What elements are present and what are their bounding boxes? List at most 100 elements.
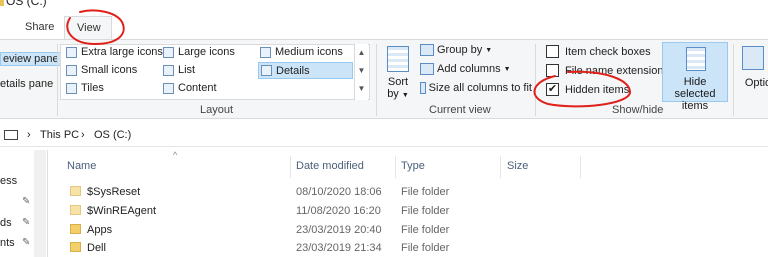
folder-icon bbox=[70, 205, 81, 215]
file-name: $SysReset bbox=[87, 186, 141, 198]
pin-icon[interactable]: ✎ bbox=[22, 237, 30, 248]
column-divider[interactable] bbox=[395, 156, 396, 178]
hidden-items-toggle[interactable]: ✔ Hidden items bbox=[546, 83, 629, 96]
options-icon bbox=[742, 46, 764, 70]
nav-item-downloads[interactable]: ds bbox=[0, 217, 12, 229]
file-name-extensions-toggle[interactable]: File name extensions bbox=[546, 64, 669, 77]
table-row[interactable]: $WinREAgent 11/08/2020 16:20 File folder bbox=[50, 202, 768, 221]
group-label-current-view: Current view bbox=[429, 104, 491, 116]
table-row[interactable]: Dell 23/03/2019 21:34 File folder bbox=[50, 239, 768, 257]
file-name: Dell bbox=[87, 242, 106, 254]
this-pc-icon bbox=[4, 130, 18, 140]
column-divider[interactable] bbox=[290, 156, 291, 178]
file-date: 11/08/2020 16:20 bbox=[296, 205, 381, 217]
chevron-down-icon: ▼ bbox=[503, 65, 511, 73]
breadcrumb-separator[interactable]: › bbox=[27, 129, 31, 141]
table-row[interactable]: $SysReset 08/10/2020 18:06 File folder bbox=[50, 183, 768, 202]
group-by-button[interactable]: Group by ▼ bbox=[420, 44, 492, 56]
tiles-icon bbox=[66, 82, 77, 94]
list-icon bbox=[163, 64, 174, 76]
ribbon: eview pane etails pane Extra large icons… bbox=[0, 39, 768, 119]
layout-list[interactable]: List bbox=[163, 64, 195, 76]
hidden-items-checkbox[interactable]: ✔ bbox=[546, 83, 559, 96]
hide-selected-icon bbox=[686, 47, 706, 71]
nav-item-documents[interactable]: nts bbox=[0, 237, 15, 249]
breadcrumb-os-c[interactable]: OS (C:) bbox=[94, 129, 131, 141]
size-all-columns-button[interactable]: Size all columns to fit bbox=[420, 82, 532, 94]
extra-large-icons-icon bbox=[66, 46, 77, 58]
column-divider[interactable] bbox=[500, 156, 501, 178]
group-label-layout: Layout bbox=[200, 104, 234, 116]
file-type: File folder bbox=[401, 224, 450, 236]
layout-medium-icons[interactable]: Medium icons bbox=[260, 46, 343, 58]
large-icons-icon bbox=[163, 46, 174, 58]
layout-details[interactable]: Details bbox=[258, 62, 353, 79]
title-bar: OS (C:) bbox=[0, 0, 768, 10]
file-type: File folder bbox=[401, 186, 450, 198]
tab-view[interactable]: View bbox=[64, 16, 112, 40]
nav-item-quick-access[interactable]: ess bbox=[0, 175, 17, 187]
breadcrumb-this-pc[interactable]: This PC bbox=[40, 129, 79, 141]
sort-by-button[interactable]: Sort by ▼ bbox=[384, 44, 412, 102]
file-date: 08/10/2020 18:06 bbox=[296, 186, 382, 198]
folder-icon bbox=[70, 224, 81, 234]
layout-tiles[interactable]: Tiles bbox=[66, 82, 104, 94]
navigation-pane: ess ds ✎ ✎ nts ✎ bbox=[0, 150, 48, 257]
window-title: OS (C:) bbox=[6, 0, 47, 8]
hide-selected-items-button[interactable]: Hide selected items bbox=[662, 42, 728, 112]
file-name: $WinREAgent bbox=[87, 205, 157, 217]
nav-scrollbar[interactable] bbox=[34, 150, 46, 257]
preview-pane-button[interactable]: eview pane bbox=[0, 52, 62, 66]
group-label-show-hide: Show/hide bbox=[612, 104, 664, 116]
small-icons-icon bbox=[66, 64, 77, 76]
layout-small-icons[interactable]: Small icons bbox=[66, 64, 137, 76]
breadcrumb-separator[interactable]: › bbox=[81, 129, 85, 141]
details-pane-button[interactable]: etails pane bbox=[0, 78, 53, 90]
tab-share[interactable]: Share bbox=[25, 21, 54, 33]
medium-icons-icon bbox=[260, 46, 271, 58]
address-bar[interactable]: › This PC › OS (C:) bbox=[0, 123, 768, 147]
details-icon bbox=[261, 65, 272, 76]
file-name-extensions-checkbox[interactable] bbox=[546, 64, 559, 77]
column-header-size[interactable]: Size bbox=[507, 160, 528, 172]
gallery-scroll[interactable]: ▲ ▼ ▼ bbox=[354, 44, 368, 100]
folder-icon bbox=[70, 186, 81, 196]
group-by-icon bbox=[420, 44, 434, 56]
sort-ascending-icon: ^ bbox=[173, 150, 178, 160]
pin-icon[interactable]: ✎ bbox=[22, 196, 30, 207]
ribbon-tabs: Share View bbox=[0, 10, 768, 40]
scroll-down-icon[interactable]: ▼ bbox=[355, 62, 368, 80]
layout-content[interactable]: Content bbox=[163, 82, 217, 94]
folder-icon bbox=[70, 242, 81, 252]
column-header-type[interactable]: Type bbox=[401, 160, 425, 172]
pin-icon[interactable]: ✎ bbox=[22, 217, 30, 228]
content-icon bbox=[163, 82, 174, 94]
add-columns-icon bbox=[420, 63, 434, 75]
size-columns-icon bbox=[420, 82, 426, 94]
column-header-date-modified[interactable]: Date modified bbox=[296, 160, 364, 172]
item-check-boxes-checkbox[interactable] bbox=[546, 45, 559, 58]
layout-large-icons[interactable]: Large icons bbox=[163, 46, 235, 58]
group-separator bbox=[57, 44, 58, 116]
options-button[interactable]: Optio bbox=[738, 44, 768, 102]
item-check-boxes-toggle[interactable]: Item check boxes bbox=[546, 45, 651, 58]
group-separator bbox=[376, 44, 377, 116]
table-row[interactable]: Apps 23/03/2019 20:40 File folder bbox=[50, 221, 768, 240]
expand-gallery-icon[interactable]: ▼ bbox=[355, 80, 368, 98]
sort-icon bbox=[387, 46, 409, 72]
file-date: 23/03/2019 21:34 bbox=[296, 242, 382, 254]
file-list: ^ Name Date modified Type Size $SysReset… bbox=[50, 150, 768, 257]
layout-extra-large-icons[interactable]: Extra large icons bbox=[66, 46, 163, 58]
file-name: Apps bbox=[87, 224, 113, 236]
scroll-up-icon[interactable]: ▲ bbox=[355, 44, 368, 62]
folder-icon bbox=[0, 0, 4, 6]
column-header-name[interactable]: Name bbox=[67, 160, 96, 172]
chevron-down-icon: ▼ bbox=[485, 46, 493, 54]
group-separator bbox=[535, 44, 536, 116]
file-type: File folder bbox=[401, 205, 450, 217]
add-columns-button[interactable]: Add columns ▼ bbox=[420, 63, 511, 75]
group-separator bbox=[733, 44, 734, 116]
column-divider[interactable] bbox=[580, 156, 581, 178]
file-date: 23/03/2019 20:40 bbox=[296, 224, 382, 236]
file-type: File folder bbox=[401, 242, 450, 254]
